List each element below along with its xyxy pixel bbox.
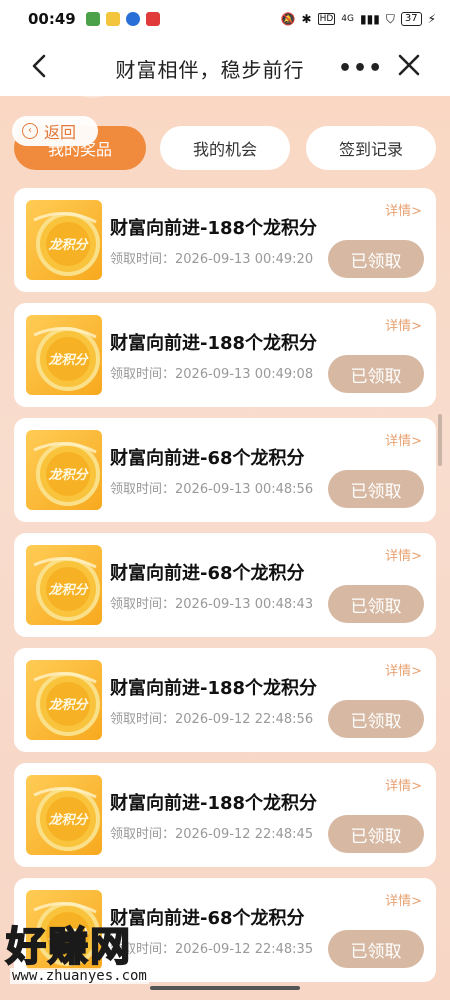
scrollbar[interactable]	[438, 414, 442, 466]
coin-image: 龙积分	[26, 775, 102, 855]
svg-text:龙积分: 龙积分	[47, 812, 89, 828]
svg-text:龙积分: 龙积分	[47, 352, 89, 368]
home-indicator[interactable]	[150, 986, 300, 990]
claim-time: 领取时间：2026-09-13 00:49:08	[110, 363, 313, 382]
claimed-button[interactable]: 已领取	[328, 240, 424, 278]
claimed-button[interactable]: 已领取	[328, 585, 424, 623]
claim-time: 领取时间：2026-09-12 22:48:45	[110, 823, 313, 842]
charging-icon: ⚡	[427, 12, 436, 26]
claim-time-value: 2026-09-13 00:48:56	[175, 482, 314, 497]
app-icon	[105, 12, 120, 26]
claim-time: 领取时间：2026-09-13 00:48:43	[110, 593, 313, 612]
prize-title: 财富向前进-188个龙积分	[110, 793, 318, 814]
app-icon	[85, 12, 100, 26]
decorative-shape	[58, 96, 128, 98]
status-bar: 00:49 🔕 ✱ HD 4G ▮▮▮ ⛉ 37 ⚡	[0, 0, 450, 38]
claimed-button[interactable]: 已领取	[328, 930, 424, 968]
coin-image: 龙积分	[26, 545, 102, 625]
prize-card[interactable]: 龙积分 财富向前进-68个龙积分 领取时间：2026-09-13 00:48:56 详…	[14, 418, 436, 522]
prize-title: 财富向前进-188个龙积分	[110, 678, 318, 699]
back-label: 返回	[44, 123, 77, 142]
status-indicators: 🔕 ✱ HD 4G ▮▮▮ ⛉ 37 ⚡	[281, 12, 436, 27]
network-type: HD	[317, 13, 336, 25]
coin-image: 龙积分	[26, 315, 102, 395]
claim-time-label: 领取时间：	[110, 597, 176, 612]
claim-time: 领取时间：2026-09-13 00:48:56	[110, 478, 313, 497]
close-icon[interactable]	[396, 52, 422, 78]
claim-time-value: 2026-09-12 22:48:45	[175, 827, 314, 842]
detail-link[interactable]: 详情>	[385, 430, 422, 449]
back-button[interactable]: ‹ 返回	[12, 116, 98, 146]
detail-link[interactable]: 详情>	[385, 200, 422, 219]
watermark-sub: www.zhuanyes.com	[10, 968, 149, 984]
claim-time-label: 领取时间：	[110, 252, 176, 267]
detail-link[interactable]: 详情>	[385, 890, 422, 909]
svg-text:龙积分: 龙积分	[47, 697, 89, 713]
more-icon[interactable]: •••	[338, 56, 383, 81]
watermark-main: 好赚网	[5, 923, 132, 971]
coin-image: 龙积分	[26, 660, 102, 740]
prize-list-page: 我的奖品 我的机会 签到记录 ‹ 返回 龙积分 财富向前进-188个龙积分 领取时间…	[0, 96, 450, 1000]
claim-time-value: 2026-09-13 00:49:20	[175, 252, 314, 267]
claim-time: 领取时间：2026-09-13 00:49:20	[110, 248, 313, 267]
prize-title: 财富向前进-188个龙积分	[110, 218, 318, 239]
prize-card[interactable]: 龙积分 财富向前进-68个龙积分 领取时间：2026-09-13 00:48:43 详…	[14, 533, 436, 637]
claimed-button[interactable]: 已领取	[328, 355, 424, 393]
svg-text:龙积分: 龙积分	[47, 467, 89, 483]
detail-link[interactable]: 详情>	[385, 545, 422, 564]
app-icon	[145, 12, 160, 26]
svg-text:龙积分: 龙积分	[47, 582, 89, 598]
app-icon	[125, 12, 140, 26]
prize-title: 财富向前进-68个龙积分	[110, 448, 305, 469]
claim-time-label: 领取时间：	[110, 827, 176, 842]
claim-time-label: 领取时间：	[110, 367, 176, 382]
shield-icon: ⛉	[385, 11, 395, 26]
status-app-icons	[85, 12, 160, 26]
detail-link[interactable]: 详情>	[385, 775, 422, 794]
signal-label: 4G	[341, 14, 354, 24]
claimed-button[interactable]: 已领取	[328, 470, 424, 508]
coin-image: 龙积分	[26, 430, 102, 510]
prize-card[interactable]: 龙积分 财富向前进-188个龙积分 领取时间：2026-09-13 00:49:20…	[14, 188, 436, 292]
prize-card[interactable]: 龙积分 财富向前进-188个龙积分 领取时间：2026-09-12 22:48:56…	[14, 648, 436, 752]
coin-image: 龙积分	[26, 200, 102, 280]
detail-link[interactable]: 详情>	[385, 315, 422, 334]
prize-card[interactable]: 龙积分 财富向前进-188个龙积分 领取时间：2026-09-12 22:48:45…	[14, 763, 436, 867]
back-circle-icon: ‹	[22, 123, 38, 139]
tab-my-chances[interactable]: 我的机会	[160, 126, 290, 170]
claimed-button[interactable]: 已领取	[328, 815, 424, 853]
mute-icon: 🔕	[280, 12, 296, 26]
signal-icon: ▮▮▮	[360, 12, 380, 26]
prize-title: 财富向前进-188个龙积分	[110, 333, 318, 354]
prize-card[interactable]: 龙积分 财富向前进-188个龙积分 领取时间：2026-09-13 00:49:08…	[14, 303, 436, 407]
claim-time-value: 2026-09-13 00:49:08	[175, 367, 314, 382]
bluetooth-icon: ✱	[301, 12, 312, 26]
battery-icon: 37	[400, 12, 422, 26]
detail-link[interactable]: 详情>	[385, 660, 422, 679]
claimed-button[interactable]: 已领取	[328, 700, 424, 738]
svg-text:龙积分: 龙积分	[47, 237, 89, 253]
tab-sign-in-records[interactable]: 签到记录	[306, 126, 436, 170]
status-time: 00:49	[28, 10, 76, 28]
claim-time: 领取时间：2026-09-12 22:48:56	[110, 708, 313, 727]
claim-time-value: 2026-09-13 00:48:43	[175, 597, 314, 612]
claim-time-label: 领取时间：	[110, 712, 176, 727]
claim-time-label: 领取时间：	[110, 482, 176, 497]
watermark: 好赚网 www.zhuanyes.com	[0, 914, 200, 994]
prize-title: 财富向前进-68个龙积分	[110, 563, 305, 584]
title-bar: 财富相伴，稳步前行 •••	[0, 38, 450, 96]
claim-time-value: 2026-09-12 22:48:56	[175, 712, 314, 727]
